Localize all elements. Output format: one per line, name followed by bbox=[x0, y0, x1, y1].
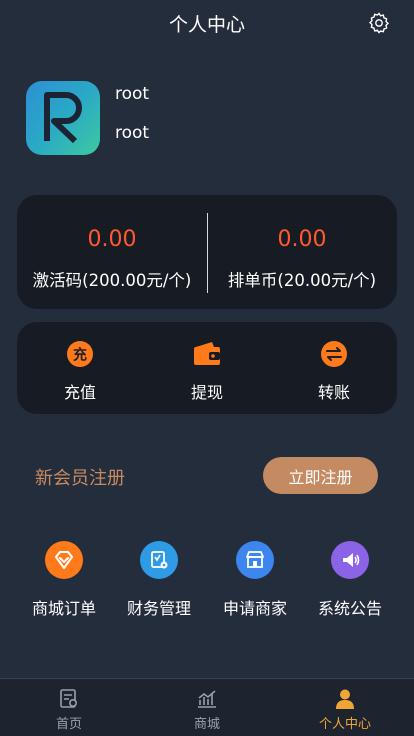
grid-item-mall-orders[interactable]: 商城订单 bbox=[14, 537, 114, 627]
transfer-icon bbox=[319, 340, 349, 368]
tab-label: 商城 bbox=[193, 717, 220, 732]
avatar[interactable] bbox=[26, 81, 100, 155]
tab-label: 首页 bbox=[55, 717, 82, 732]
chart-icon bbox=[195, 687, 219, 711]
grid-item-label: 申请商家 bbox=[222, 599, 287, 618]
recharge-button[interactable]: 充 充值 bbox=[17, 322, 143, 414]
header: 个人中心 bbox=[0, 0, 414, 46]
recharge-icon: 充 bbox=[65, 340, 95, 368]
profile-section: root root bbox=[26, 81, 386, 157]
queue-coin-balance[interactable]: 0.00 排单币(20.00元/个) bbox=[207, 195, 397, 309]
grid-item-apply-merchant[interactable]: 申请商家 bbox=[205, 537, 305, 627]
username: root bbox=[115, 84, 150, 104]
balance-value: 0.00 bbox=[277, 227, 327, 252]
function-grid: 商城订单 财务管理 申请商家 系统公告 bbox=[0, 537, 414, 627]
action-card: 充 充值 提现 转账 bbox=[17, 322, 397, 414]
tab-home[interactable]: 首页 bbox=[0, 679, 138, 736]
grid-item-label: 商城订单 bbox=[31, 599, 96, 618]
grid-item-label: 系统公告 bbox=[317, 599, 382, 618]
letter-r-logo bbox=[44, 92, 82, 144]
transfer-button[interactable]: 转账 bbox=[271, 322, 397, 414]
register-button[interactable]: 立即注册 bbox=[263, 457, 378, 494]
grid-item-announcements[interactable]: 系统公告 bbox=[300, 537, 400, 627]
settings-button[interactable] bbox=[366, 10, 392, 36]
diamond-icon bbox=[45, 541, 83, 579]
tab-mall[interactable]: 商城 bbox=[138, 679, 276, 736]
finance-icon bbox=[140, 541, 178, 579]
megaphone-icon bbox=[331, 541, 369, 579]
shop-icon bbox=[236, 541, 274, 579]
wallet-icon bbox=[192, 340, 222, 368]
action-label: 转账 bbox=[317, 383, 350, 402]
grid-item-label: 财务管理 bbox=[126, 599, 191, 618]
activation-code-balance[interactable]: 0.00 激活码(200.00元/个) bbox=[17, 195, 207, 309]
balance-value: 0.00 bbox=[87, 227, 137, 252]
person-icon bbox=[333, 687, 357, 711]
tab-label: 个人中心 bbox=[318, 717, 371, 732]
register-text: 新会员注册 bbox=[35, 468, 125, 489]
register-row: 新会员注册 立即注册 bbox=[35, 456, 380, 496]
withdraw-button[interactable]: 提现 bbox=[144, 322, 270, 414]
home-doc-icon bbox=[57, 687, 81, 711]
svg-text:充: 充 bbox=[73, 347, 87, 364]
balance-label: 排单币(20.00元/个) bbox=[227, 271, 377, 290]
balance-card: 0.00 激活码(200.00元/个) 0.00 排单币(20.00元/个) bbox=[17, 195, 397, 309]
action-label: 提现 bbox=[190, 383, 223, 402]
action-label: 充值 bbox=[63, 383, 96, 402]
gear-icon bbox=[368, 12, 390, 34]
page-title: 个人中心 bbox=[168, 13, 245, 36]
grid-item-finance[interactable]: 财务管理 bbox=[109, 537, 209, 627]
tab-profile[interactable]: 个人中心 bbox=[276, 679, 414, 736]
balance-label: 激活码(200.00元/个) bbox=[32, 271, 192, 290]
user-id: root bbox=[115, 123, 150, 143]
bottom-tab-bar: 首页 商城 个人中心 bbox=[0, 678, 414, 736]
